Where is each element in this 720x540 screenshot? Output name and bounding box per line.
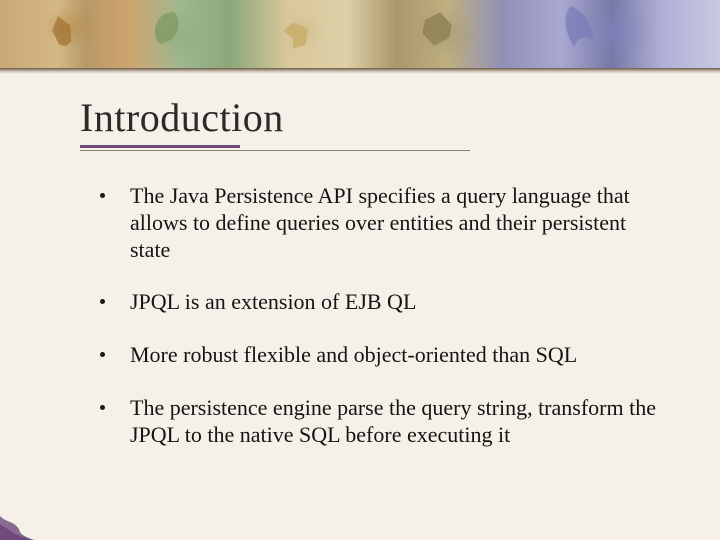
bullet-icon: [100, 193, 105, 198]
bullet-text: JPQL is an extension of EJB QL: [130, 289, 416, 314]
bullet-list: The Java Persistence API specifies a que…: [80, 183, 660, 449]
bullet-icon: [100, 352, 105, 357]
bullet-text: The persistence engine parse the query s…: [130, 395, 656, 447]
bullet-icon: [100, 299, 105, 304]
bullet-text: More robust flexible and object-oriented…: [130, 342, 577, 367]
list-item: The Java Persistence API specifies a que…: [100, 183, 660, 263]
list-item: JPQL is an extension of EJB QL: [100, 289, 660, 316]
leaf-icon: [138, 0, 197, 56]
leaf-icon: [276, 14, 318, 56]
title-underline: [80, 143, 660, 157]
leaf-icon: [39, 8, 85, 54]
leaf-icon: [546, 0, 607, 56]
slide-content: Introduction The Java Persistence API sp…: [0, 74, 720, 449]
bullet-icon: [100, 405, 105, 410]
leaf-icon: [413, 5, 460, 52]
slide-title: Introduction: [80, 94, 660, 141]
bullet-text: The Java Persistence API specifies a que…: [130, 183, 630, 262]
list-item: The persistence engine parse the query s…: [100, 395, 660, 449]
decorative-banner: [0, 0, 720, 68]
corner-decoration: [0, 506, 34, 540]
list-item: More robust flexible and object-oriented…: [100, 342, 660, 369]
